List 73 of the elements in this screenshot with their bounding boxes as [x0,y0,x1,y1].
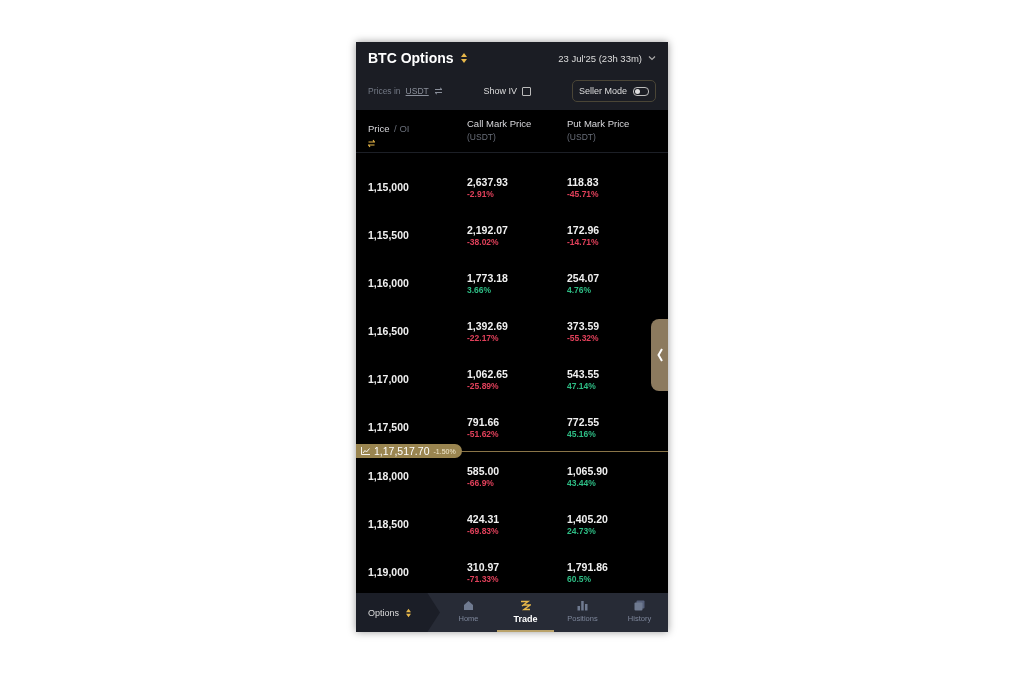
swap-arrows-icon[interactable] [368,139,375,148]
seller-mode-button[interactable]: Seller Mode [571,80,656,102]
column-unit: (USDT) [567,132,596,142]
put-mark-price[interactable]: 172.96 [567,223,600,236]
call-mark-price[interactable]: 424.31 [467,512,500,525]
put-price-change: 24.73% [567,525,596,536]
strike-price[interactable]: 1,18,500 [368,518,467,530]
call-price-change: -51.62% [467,428,499,439]
put-price-change: 45.16% [567,428,596,439]
put-price-change: -55.32% [567,332,599,343]
strike-price[interactable]: 1,19,000 [368,566,467,578]
put-price-change: 47.14% [567,380,596,391]
column-header[interactable]: Price [368,123,390,134]
market-title[interactable]: BTC Options [368,50,454,66]
swap-icon[interactable] [433,87,443,95]
put-price-change: -45.71% [567,188,599,199]
strike-price[interactable]: 1,16,500 [368,325,467,337]
nav-tab[interactable]: Trade [497,593,554,632]
put-mark-price[interactable]: 1,791.86 [567,560,608,573]
chevron-down-icon[interactable] [648,55,656,61]
expiry-selector[interactable]: 23 Jul'25 (23h 33m) [558,52,642,64]
call-price-change: -66.9% [467,477,494,488]
side-panel-handle[interactable] [651,319,668,391]
call-price-change: -71.33% [467,573,499,584]
strike-price[interactable]: 1,16,000 [368,277,467,289]
column-header[interactable]: / OI [394,123,410,134]
trade-icon [520,599,531,611]
call-price-change: -69.83% [467,525,499,536]
call-mark-price[interactable]: 1,773.18 [467,271,508,284]
call-mark-price[interactable]: 1,392.69 [467,319,508,332]
call-price-change: -38.02% [467,236,499,247]
put-mark-price[interactable]: 543.55 [567,367,600,380]
strike-price[interactable]: 1,18,000 [368,470,467,482]
put-mark-price[interactable]: 118.83 [567,175,599,188]
product-selector[interactable]: Options [356,593,440,632]
put-mark-price[interactable]: 772.55 [567,415,600,428]
put-price-change: 43.44% [567,477,596,488]
seller-mode-toggle[interactable] [633,86,649,96]
call-price-change: -25.89% [467,380,499,391]
chart-icon [361,447,370,455]
column-header: Call Mark Price [467,118,532,129]
chevron-left-icon[interactable] [656,348,663,362]
column-unit: (USDT) [467,132,496,142]
call-mark-price[interactable]: 791.66 [467,415,500,428]
put-mark-price[interactable]: 254.07 [567,271,600,284]
strike-price[interactable]: 1,17,500 [368,421,467,433]
call-mark-price[interactable]: 2,637.93 [467,175,508,188]
stacked-pages-icon [634,600,645,611]
put-mark-price[interactable]: 1,405.20 [567,512,608,525]
prices-in-label: Prices in [368,86,401,96]
strike-price[interactable]: 1,15,500 [368,229,467,241]
bar-chart-icon [577,600,588,611]
call-mark-price[interactable]: 585.00 [467,464,500,477]
call-price-change: 3.66% [467,284,492,295]
strike-price[interactable]: 1,17,000 [368,373,467,385]
column-header: Put Mark Price [567,118,630,129]
put-price-change: -14.71% [567,236,599,247]
show-iv-label: Show IV [483,86,518,96]
show-iv-checkbox[interactable] [522,86,532,96]
call-mark-price[interactable]: 1,062.65 [467,367,508,380]
call-mark-price[interactable]: 310.97 [467,560,500,573]
put-mark-price[interactable]: 1,065.90 [567,464,608,477]
home-icon [463,600,474,611]
strike-price[interactable]: 1,15,000 [368,181,467,193]
call-price-change: -2.91% [467,188,494,199]
call-price-change: -22.17% [467,332,499,343]
swap-arrows-icon[interactable] [459,52,468,64]
put-mark-price[interactable]: 373.59 [567,319,600,332]
swap-arrows-icon [405,607,413,618]
put-price-change: 4.76% [567,284,592,295]
currency-link[interactable]: USDT [405,86,429,96]
call-mark-price[interactable]: 2,192.07 [467,223,508,236]
put-price-change: 60.5% [567,573,592,584]
